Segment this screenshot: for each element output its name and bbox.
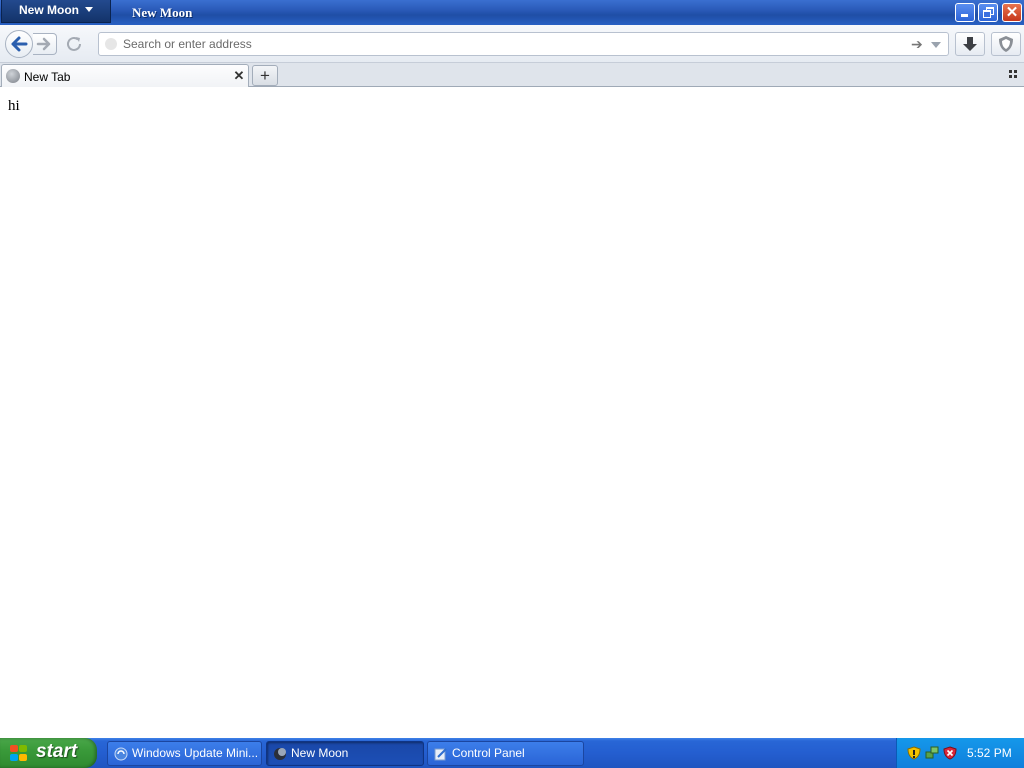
back-button[interactable] <box>5 30 33 58</box>
window-title: New Moon <box>132 5 193 20</box>
globe-icon <box>6 69 20 83</box>
tab-close-icon[interactable]: ✕ <box>233 68 245 84</box>
ublock-button[interactable] <box>991 32 1021 56</box>
page-content: hi <box>0 87 1024 738</box>
list-all-tabs-button[interactable] <box>1009 70 1018 79</box>
taskbar-item-new-moon[interactable]: New Moon <box>266 741 424 766</box>
windows-update-icon <box>114 747 128 761</box>
back-arrow-icon <box>11 36 28 52</box>
restore-button[interactable] <box>978 3 998 22</box>
security-shield-icon[interactable] <box>907 746 921 760</box>
forward-arrow-icon <box>36 37 51 51</box>
clock[interactable]: 5:52 PM <box>967 746 1012 760</box>
security-alert-icon[interactable] <box>943 746 957 760</box>
history-dropdown-icon[interactable] <box>931 42 941 48</box>
taskbar-item-control-panel[interactable]: Control Panel <box>427 741 584 766</box>
new-moon-icon <box>274 748 286 760</box>
taskbar-item-label: Control Panel <box>452 746 525 760</box>
reload-icon <box>67 36 81 51</box>
ublock-shield-icon <box>999 36 1013 52</box>
start-button[interactable]: start <box>0 738 97 768</box>
title-bar: New Moon New Moon ✕ <box>0 0 1024 25</box>
windows-logo-icon <box>10 745 28 762</box>
page-text: hi <box>8 98 20 114</box>
taskbar-item-label: New Moon <box>291 746 349 760</box>
chevron-down-icon <box>85 7 93 12</box>
taskbar-item-windows-update[interactable]: Windows Update Mini... <box>107 741 262 766</box>
address-bar[interactable]: ➔ <box>98 32 949 56</box>
downloads-button[interactable] <box>955 32 985 56</box>
plus-icon: + <box>260 66 270 85</box>
tab-label: New Tab <box>24 70 71 84</box>
taskbar: start Windows Update Mini... New Moon Co… <box>0 738 1024 768</box>
tab-strip: New Tab ✕ + <box>0 63 1024 87</box>
download-icon <box>963 37 977 51</box>
close-window-button[interactable]: ✕ <box>1002 3 1022 22</box>
new-tab-button[interactable]: + <box>252 65 278 86</box>
network-icon[interactable] <box>925 746 939 760</box>
tab-new-tab[interactable]: New Tab ✕ <box>1 64 249 87</box>
app-menu-button[interactable]: New Moon <box>1 0 111 23</box>
reload-button[interactable] <box>62 33 88 55</box>
forward-button[interactable] <box>33 33 57 55</box>
url-input[interactable] <box>123 35 903 53</box>
site-identity-icon[interactable] <box>105 38 117 50</box>
minimize-button[interactable] <box>955 3 975 22</box>
navigation-toolbar: ➔ <box>0 25 1024 63</box>
go-arrow-icon[interactable]: ➔ <box>911 36 925 52</box>
close-icon: ✕ <box>1005 4 1019 21</box>
system-tray: 5:52 PM <box>896 738 1024 768</box>
taskbar-item-label: Windows Update Mini... <box>132 746 259 760</box>
app-menu-label: New Moon <box>19 3 79 17</box>
start-label: start <box>36 741 78 762</box>
control-panel-icon <box>434 748 447 761</box>
